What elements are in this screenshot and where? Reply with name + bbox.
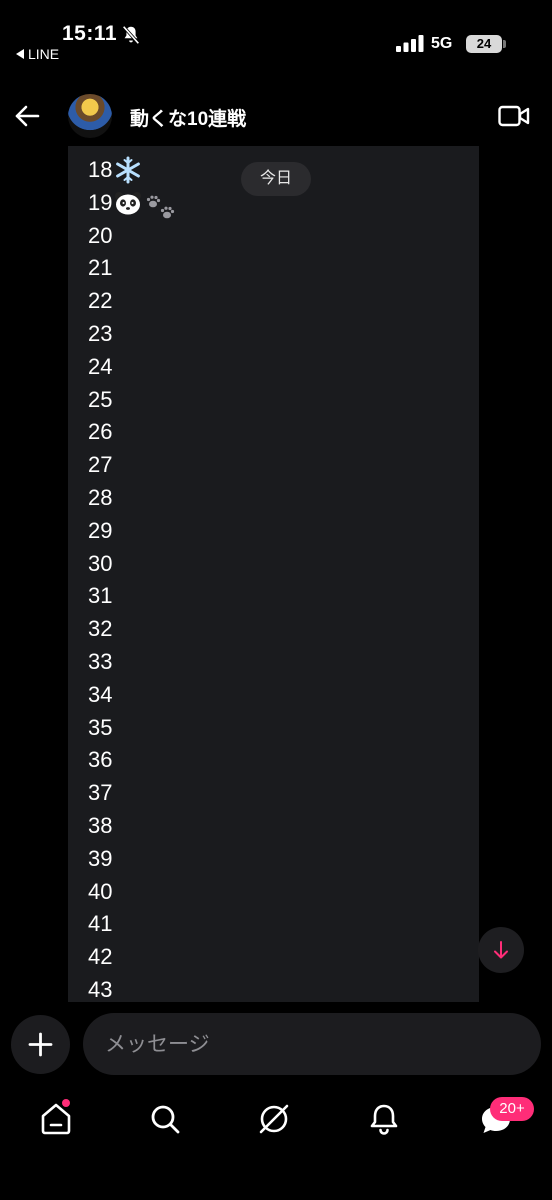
arrow-down-icon [494, 941, 508, 959]
message-line: 33 [88, 648, 113, 674]
chat-title[interactable]: 動くな10連戦 [130, 104, 246, 131]
date-separator: 今日 [241, 162, 311, 196]
chat-header: 動くな10連戦 [0, 88, 552, 144]
message-line: 32 [88, 616, 113, 642]
message-input[interactable] [83, 1013, 541, 1075]
message-line: 23 [88, 320, 113, 346]
message-line: 34 [88, 681, 113, 707]
message-line: 26 [88, 419, 113, 445]
add-attachment-button[interactable] [11, 1015, 70, 1074]
battery-level: 24 [476, 36, 492, 51]
back-to-app-link[interactable]: LINE [16, 46, 59, 62]
signal-icon [396, 35, 424, 52]
status-time: 15:11 [62, 22, 118, 45]
battery-icon: 24 [466, 35, 502, 53]
message-line: 27 [88, 452, 113, 478]
search-icon[interactable] [145, 1099, 185, 1139]
message-text: 18 19 20 21 22 23 24 25 26 27 28 29 30 3… [88, 154, 177, 1002]
video-call-icon[interactable] [498, 104, 530, 128]
scroll-to-bottom-button[interactable] [478, 927, 524, 973]
network-type: 5G [431, 35, 453, 52]
chat-screen: 15:11 LINE 5G 24 動くな10連戦 18 19 20 21 22 … [0, 0, 552, 1200]
bell-off-icon [122, 25, 140, 45]
message-line: 24 [88, 353, 113, 379]
message-line: 19 [88, 187, 177, 220]
back-arrow-icon[interactable] [12, 101, 42, 131]
message-line: 40 [88, 878, 113, 904]
home-notification-dot [62, 1099, 70, 1107]
message-line: 28 [88, 484, 113, 510]
bell-icon[interactable] [364, 1099, 404, 1139]
message-line: 35 [88, 714, 113, 740]
discover-icon[interactable] [254, 1099, 294, 1139]
message-line: 43 [88, 976, 113, 1002]
battery-nub [503, 40, 506, 48]
message-line: 36 [88, 747, 113, 773]
message-line: 39 [88, 845, 113, 871]
paw-prints-icon [147, 195, 175, 219]
plus-icon [28, 1032, 53, 1057]
home-icon[interactable] [36, 1099, 76, 1139]
back-app-label: LINE [28, 46, 60, 62]
chat-unread-badge: 20+ [490, 1097, 534, 1121]
message-line: 37 [88, 780, 113, 806]
message-line: 30 [88, 550, 113, 576]
message-line: 42 [88, 944, 113, 970]
status-bar: 15:11 LINE 5G 24 [0, 0, 552, 70]
message-line: 20 [88, 222, 113, 248]
message-line: 38 [88, 812, 113, 838]
message-line: 29 [88, 517, 113, 543]
message-line: 18 [88, 154, 177, 187]
message-line: 25 [88, 386, 113, 412]
panda-icon [115, 192, 142, 215]
message-line: 31 [88, 583, 113, 609]
message-line: 22 [88, 288, 113, 314]
message-line: 41 [88, 911, 113, 937]
message-bubble[interactable]: 18 19 20 21 22 23 24 25 26 27 28 29 30 3… [68, 146, 479, 1002]
group-avatar[interactable] [68, 94, 112, 138]
message-line: 21 [88, 255, 113, 281]
snowflake-icon [116, 156, 141, 184]
back-triangle-icon [16, 49, 24, 59]
